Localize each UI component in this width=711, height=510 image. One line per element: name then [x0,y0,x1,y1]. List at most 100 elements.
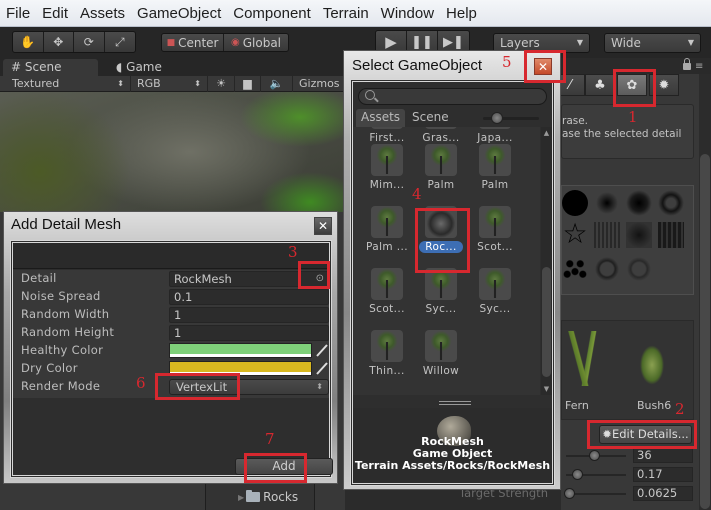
menu-window[interactable]: Window [381,5,434,22]
dropdown-arrow-icon: ▼ [687,38,694,47]
asset-grid-scrollbar[interactable]: ▲ ▼ [541,127,552,395]
annotation-label-5: 5 [502,53,512,71]
asset-item[interactable]: Gras... [415,127,467,144]
scroll-up-icon[interactable]: ▲ [542,129,551,137]
tab-game[interactable]: ◖ Game [108,59,188,76]
bush6-thumbnail[interactable] [632,331,672,391]
asset-item[interactable]: Willow [415,330,467,377]
asset-item[interactable]: Syc... [469,268,521,315]
brush-soft-2[interactable] [626,190,652,216]
unity-editor-window: File Edit Assets GameObject Component Te… [0,0,711,510]
scroll-thumb[interactable] [542,267,551,377]
menu-assets[interactable]: Assets [80,5,125,22]
menu-terrain[interactable]: Terrain [323,5,369,22]
lighting-toggle[interactable]: ☀ [208,76,235,92]
brush-size-slider[interactable] [589,450,600,461]
dialog-body: Assets Scene First... Gras... Japa... Mim..… [350,79,555,486]
brush-ring[interactable] [658,190,684,216]
brush-scatter-1[interactable] [594,256,620,282]
close-button[interactable]: ✕ [314,217,332,235]
tab-scene[interactable]: Scene [407,109,454,127]
rotate-tool-button[interactable]: ⟳ [74,32,105,52]
inspector-scrollbar[interactable] [699,74,711,510]
tree-thumbnail [479,144,511,176]
skybox-toggle[interactable]: ▆ [235,76,261,92]
hand-tool-button[interactable]: ✋ [13,32,44,52]
lock-icon[interactable] [683,58,691,70]
pivot-global-button[interactable]: ◉ Global [224,34,288,51]
asset-item[interactable]: Palm [469,144,521,191]
menu-component[interactable]: Component [233,5,311,22]
opacity-field[interactable]: 0.17 [633,467,693,482]
brush-star[interactable]: ☆ [562,220,588,248]
search-input[interactable] [358,88,547,105]
scene-viewport[interactable] [0,92,345,212]
scale-tool-button[interactable]: ⤢ [105,32,135,52]
render-mode-dropdown[interactable]: Textured ⬍ [6,76,131,92]
detail-label-bush6: Bush6 [637,399,672,412]
annotation-label-2: 2 [675,400,685,418]
detail-label-fern: Fern [565,399,589,412]
annotation-label-4: 4 [412,185,422,203]
search-icon [365,90,375,100]
target-strength-track [566,493,626,495]
opacity-slider[interactable] [572,469,583,480]
asset-item[interactable]: Scot... [469,206,521,253]
move-tool-button[interactable]: ✥ [44,32,74,52]
expand-arrow-icon[interactable]: ▶ [238,493,244,502]
menu-file[interactable]: File [6,5,30,22]
asset-item[interactable]: Thin... [361,330,413,377]
tab-assets[interactable]: Assets [356,109,406,127]
thumbnail-size-slider[interactable] [483,112,539,124]
tab-scene[interactable]: # Scene [3,59,98,76]
brush-scatter-2[interactable] [626,256,652,282]
inspector-scroll-thumb[interactable] [700,154,710,509]
random-width-field[interactable]: 1 [169,307,329,323]
target-strength-slider[interactable] [564,488,575,499]
eyedropper-icon[interactable] [315,361,329,376]
asset-name: Syc... [425,303,457,315]
asset-item[interactable]: First... [361,127,413,144]
healthy-color-row: Healthy Color [13,342,329,360]
tree-thumbnail [479,268,511,300]
image-icon: ▆ [243,77,252,90]
brush-dots[interactable] [562,256,588,282]
slider-knob[interactable] [491,112,503,124]
brush-circle[interactable] [562,190,588,216]
asset-item[interactable]: Syc... [415,268,467,315]
scroll-down-icon[interactable]: ▼ [542,385,551,393]
noise-spread-field[interactable]: 0.1 [169,289,329,305]
pivot-center-button[interactable]: ■ Center [162,34,225,51]
project-folder-rocks[interactable]: ▶ Rocks [238,490,298,504]
menu-icon[interactable]: ≡ [695,61,703,72]
brush-noise-1[interactable] [594,222,620,248]
brush-noise-3[interactable] [658,222,684,248]
menu-gameobject[interactable]: GameObject [137,5,221,22]
random-height-field[interactable]: 1 [169,325,329,341]
audio-toggle[interactable]: 🔈 [261,76,293,92]
asset-item[interactable]: Japa... [469,127,521,144]
target-strength-field[interactable]: 0.0625 [633,486,693,501]
healthy-color-field[interactable] [169,343,312,358]
layout-dropdown[interactable]: Wide ▼ [604,33,701,53]
annotation-label-3: 3 [288,243,298,261]
menu-help[interactable]: Help [446,5,477,22]
brush-size-field[interactable]: 36 [633,448,693,463]
asset-name: Scot... [477,241,513,253]
preview-splitter[interactable] [439,401,471,405]
close-icon: ✕ [317,219,329,233]
tree-thumbnail [479,206,511,238]
gizmos-dropdown[interactable]: Gizmos [293,76,345,92]
asset-item[interactable]: Scot... [361,268,413,315]
menu-edit[interactable]: Edit [42,5,68,22]
tool-tab-trees[interactable]: ♣ [585,74,615,96]
brush-soft-1[interactable] [594,190,620,216]
color-mode-dropdown[interactable]: RGB ⬍ [131,76,208,92]
asset-item[interactable]: Mim... [361,144,413,191]
annotation-box-5 [524,50,566,83]
brush-noise-2[interactable] [626,222,652,248]
asset-item[interactable]: Palm ... [361,206,413,253]
fern-thumbnail[interactable] [566,331,606,386]
eyedropper-icon[interactable] [315,343,329,358]
asset-item[interactable]: Palm [415,144,467,191]
